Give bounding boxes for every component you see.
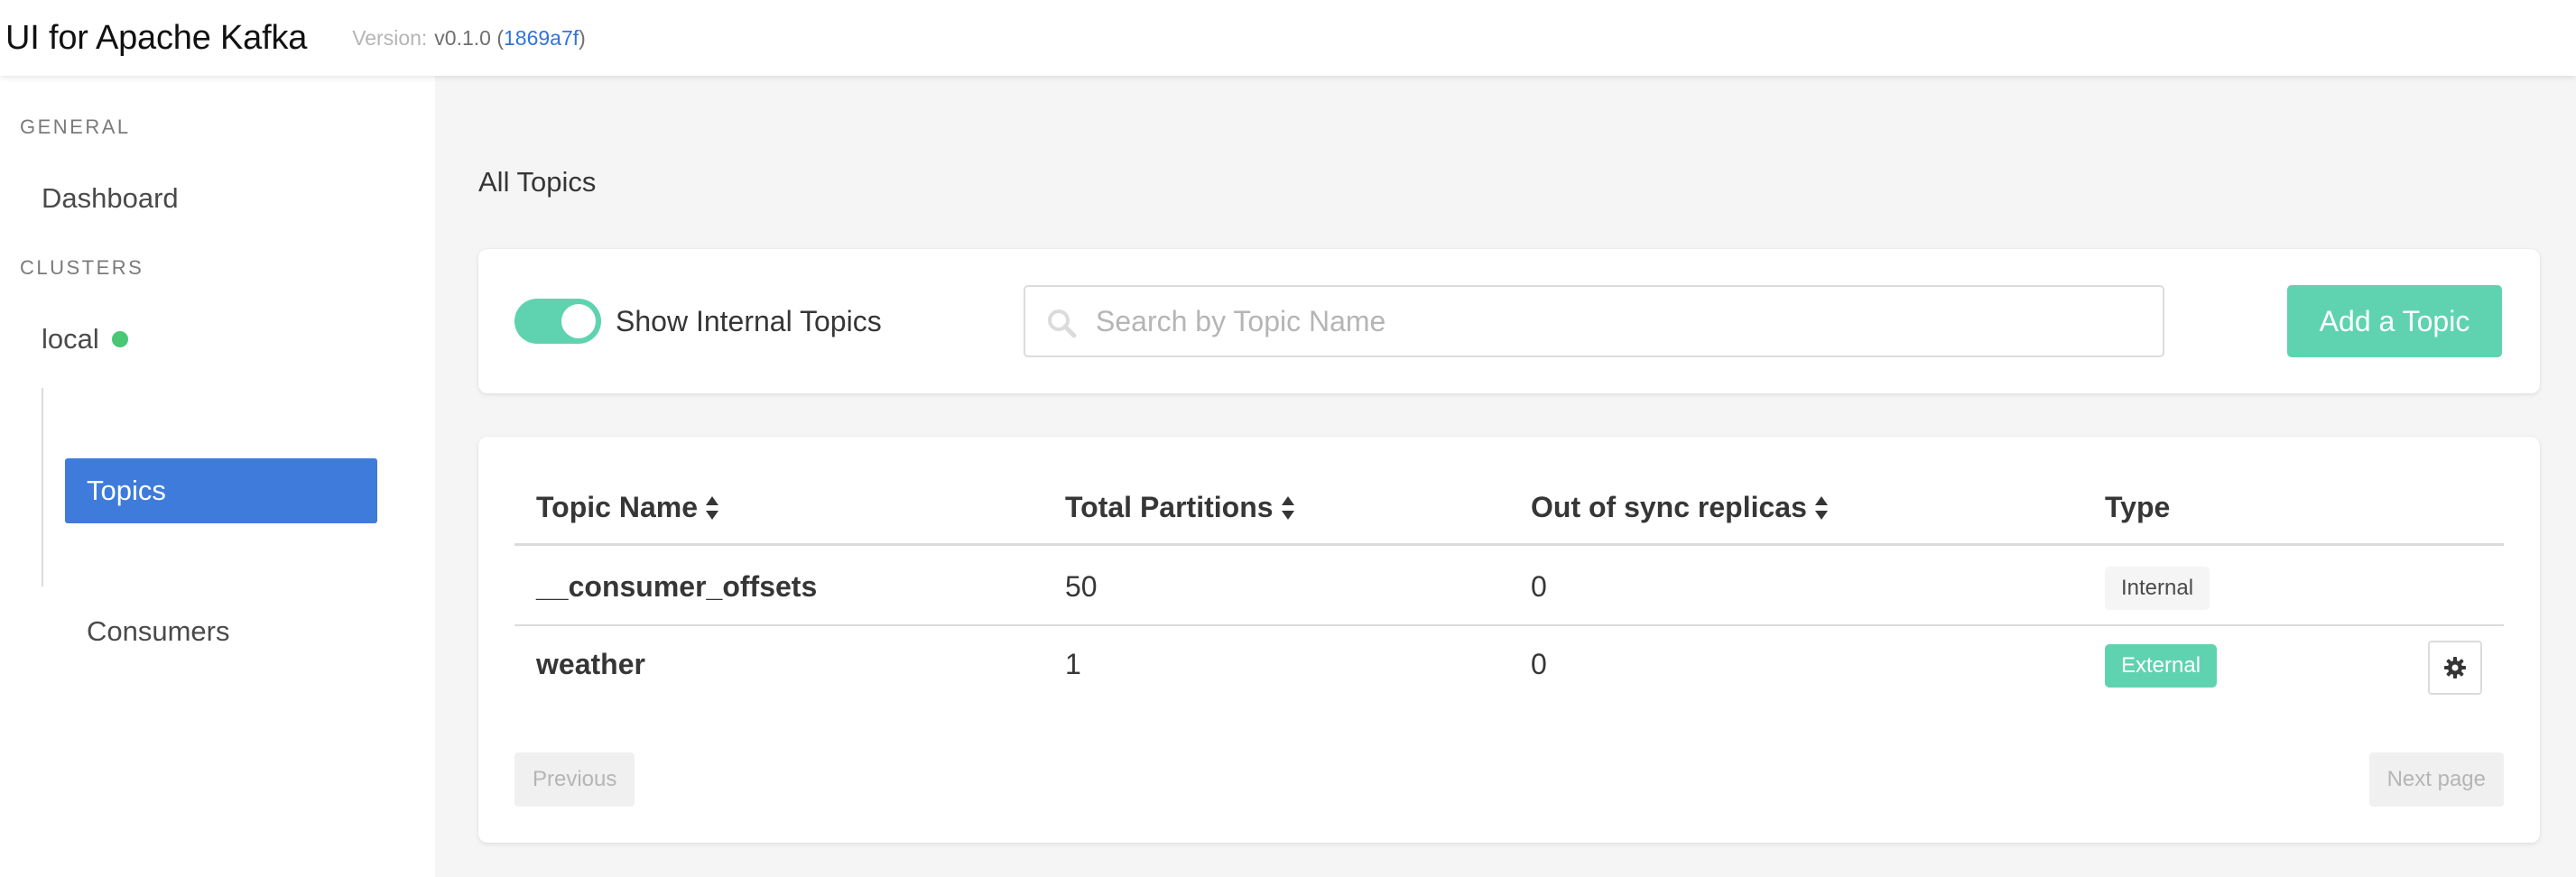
row-divider [514,624,2504,626]
type-badge-external: External [2105,644,2218,688]
sidebar-item-consumers[interactable]: Consumers [65,599,377,664]
clusters-section-label: CLUSTERS [20,256,144,279]
main-content: All Topics Show Internal Topics Add a To… [435,76,2576,877]
top-navbar: UI for Apache Kafka Version: v0.1.0 (186… [0,0,2576,76]
topic-settings-button[interactable] [2428,641,2482,695]
column-header-total-partitions[interactable]: Total Partitions [1065,491,1295,524]
version-info: Version: v0.1.0 (1869a7f) [352,25,586,51]
topic-name-link[interactable]: __consumer_offsets [536,570,817,604]
sidebar-item-cluster-local[interactable]: local [42,323,128,355]
type-badge-internal: Internal [2105,567,2210,610]
sidebar-item-topics[interactable]: Topics [65,458,377,523]
app-title[interactable]: UI for Apache Kafka [5,19,307,58]
version-label: Version: [352,25,428,50]
column-header-type: Type [2105,491,2171,523]
previous-page-button[interactable]: Previous [514,752,635,807]
column-header-topic-name[interactable]: Topic Name [536,491,719,524]
submenu-divider [42,388,43,586]
gear-icon [2444,657,2466,679]
total-partitions-cell: 50 [1065,570,1098,603]
column-header-out-of-sync[interactable]: Out of sync replicas [1531,491,1829,524]
sidebar: GENERAL Dashboard CLUSTERS local Brokers… [0,76,435,877]
cluster-status-dot [111,330,128,347]
filter-bar: Show Internal Topics Add a Topic [478,249,2540,393]
cluster-name: local [42,323,99,355]
toggle-knob [561,304,596,338]
sort-icon [706,495,718,520]
out-of-sync-cell: 0 [1531,570,1547,603]
table-header-divider [514,543,2504,546]
add-topic-button[interactable]: Add a Topic [2287,285,2502,357]
search-icon [1048,309,1077,338]
show-internal-label[interactable]: Show Internal Topics [616,305,882,338]
commit-link[interactable]: 1869a7f [504,26,579,51]
total-partitions-cell: 1 [1065,648,1081,680]
search-box[interactable] [1024,285,2164,357]
general-section-label: GENERAL [20,115,131,138]
sort-icon [1814,495,1828,520]
page-title: All Topics [478,166,597,198]
topic-name-link[interactable]: weather [536,648,645,681]
sort-icon [1281,495,1294,520]
version-number: v0.1.0 [434,25,491,50]
out-of-sync-cell: 0 [1531,648,1547,680]
search-input[interactable] [1096,296,2143,346]
topics-table: Topic Name Total Partitions Out of sync … [478,437,2540,843]
sidebar-item-dashboard[interactable]: Dashboard [42,182,179,215]
show-internal-toggle[interactable] [514,299,601,344]
next-page-button[interactable]: Next page [2368,752,2504,807]
